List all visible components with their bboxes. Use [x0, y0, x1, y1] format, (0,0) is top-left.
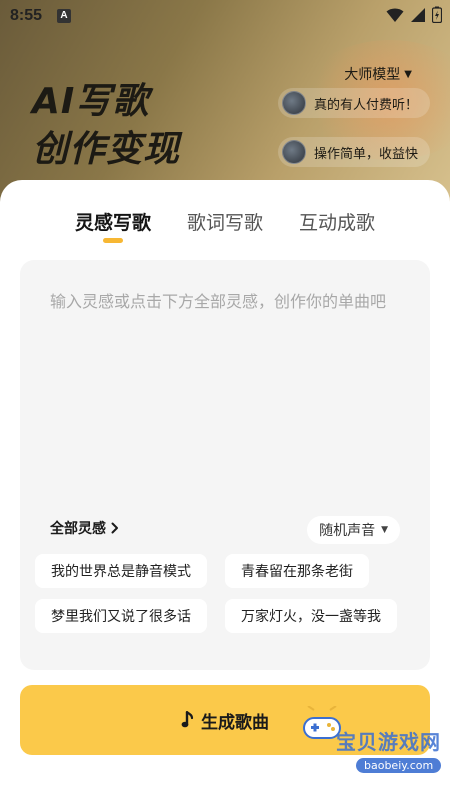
create-sheet: 灵感写歌 歌词写歌 互动成歌 输入灵感或点击下方全部灵感，创作你的单曲吧 全部灵…: [0, 180, 450, 800]
avatar: [281, 140, 306, 164]
battery-charging-icon: [432, 6, 442, 23]
mode-tabs: 灵感写歌 歌词写歌 互动成歌: [0, 208, 450, 243]
testimonial-text: 真的有人付费听！: [313, 97, 418, 113]
tab-active-indicator: [103, 238, 123, 243]
tab-label: 歌词写歌: [186, 212, 263, 234]
chevron-right-icon: [111, 522, 118, 534]
watermark-url: baobeiy.com: [356, 758, 442, 773]
tab-label: 灵感写歌: [74, 212, 151, 234]
caret-down-icon: ▼: [404, 68, 412, 80]
inspiration-chip[interactable]: 万家灯火，没一盏等我: [225, 599, 397, 633]
status-icons: [386, 6, 442, 23]
music-note-icon: [181, 711, 194, 728]
inspiration-chip[interactable]: 梦里我们又说了很多话: [35, 599, 207, 633]
signal-icon: [411, 7, 425, 22]
wifi-icon: [386, 8, 404, 22]
inspiration-input-card[interactable]: 输入灵感或点击下方全部灵感，创作你的单曲吧 全部灵感 随机声音 ▼ 我的世界总是…: [20, 260, 430, 670]
tab-lyrics[interactable]: 歌词写歌: [185, 208, 265, 235]
inspiration-chip[interactable]: 青春留在那条老街: [225, 554, 369, 588]
avatar: [281, 91, 306, 115]
status-bar: 8:55 A: [0, 0, 450, 32]
generate-song-label: 生成歌曲: [201, 712, 269, 733]
model-select[interactable]: 大师模型 ▼: [344, 64, 412, 84]
status-time: 8:55: [10, 7, 43, 24]
testimonial-bubble: 真的有人付费听！: [277, 88, 430, 118]
banner-title-line1: AI写歌: [32, 81, 150, 122]
site-watermark: 宝贝游戏网 baobeiy.com: [294, 702, 442, 780]
inspiration-chip[interactable]: 我的世界总是静音模式: [35, 554, 207, 588]
caret-down-icon: ▼: [381, 525, 388, 535]
voice-select-label: 随机声音: [319, 523, 376, 539]
banner-title: AI写歌 创作变现: [32, 78, 180, 174]
model-select-label: 大师模型: [344, 67, 401, 83]
testimonial-bubble: 操作简单，收益快: [277, 137, 430, 167]
notification-app-icon: A: [57, 9, 71, 23]
tab-interactive[interactable]: 互动成歌: [297, 208, 377, 235]
tab-inspiration[interactable]: 灵感写歌: [73, 208, 153, 243]
watermark-text: 宝贝游戏网: [336, 730, 441, 754]
all-inspiration-label: 全部灵感: [50, 521, 106, 537]
banner-title-line2: 创作变现: [32, 129, 181, 170]
testimonial-text: 操作简单，收益快: [313, 146, 418, 162]
tab-label: 互动成歌: [298, 212, 375, 234]
voice-select[interactable]: 随机声音 ▼: [307, 516, 400, 544]
inspiration-input-placeholder[interactable]: 输入灵感或点击下方全部灵感，创作你的单曲吧: [50, 288, 400, 316]
all-inspiration-link[interactable]: 全部灵感: [50, 518, 120, 538]
